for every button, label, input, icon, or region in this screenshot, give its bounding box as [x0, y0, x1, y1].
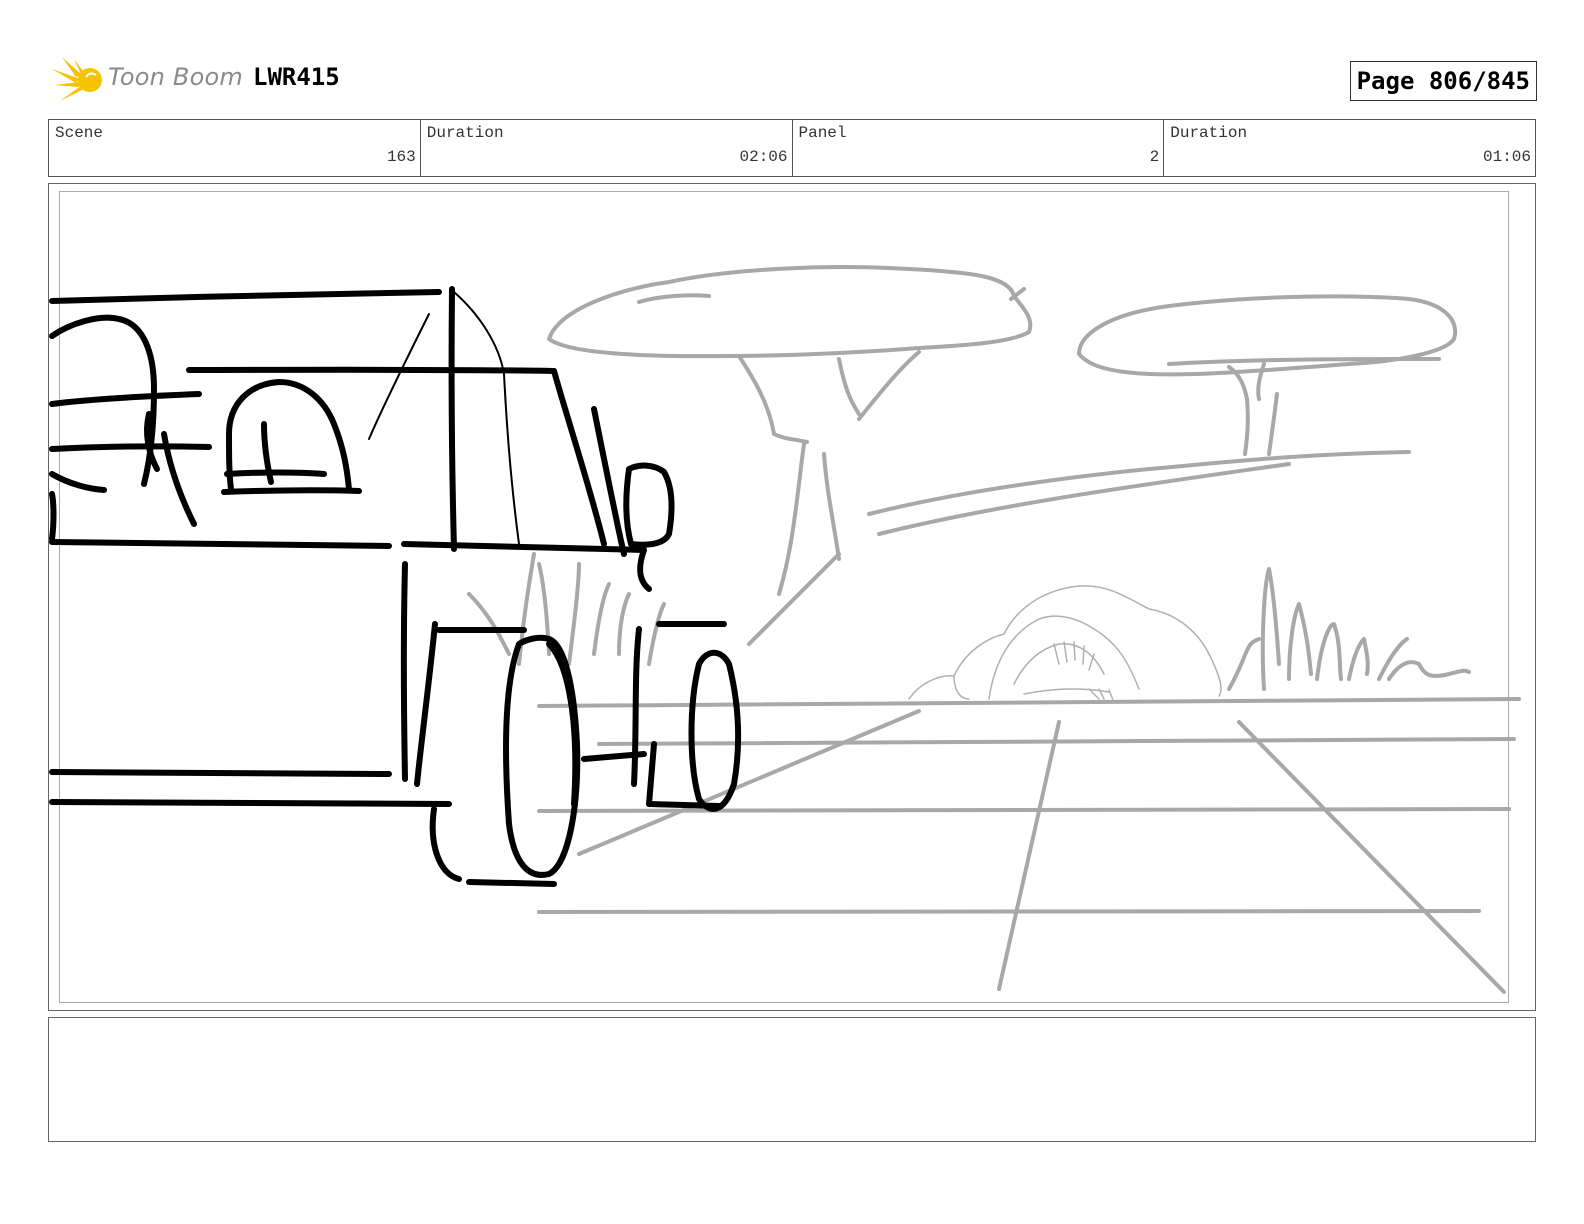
- rock-creature-sketch: [908, 585, 1222, 701]
- scene-duration-value: 02:06: [739, 148, 788, 166]
- panel-cell: Panel 2: [793, 120, 1165, 176]
- background-sketch: [467, 265, 1521, 994]
- scene-value: 163: [386, 148, 416, 166]
- scene-label: Scene: [55, 124, 104, 142]
- logo-text: Toon Boom: [108, 63, 243, 91]
- storyboard-panel: [48, 183, 1536, 1011]
- panel-value: 2: [1149, 148, 1160, 166]
- scene-cell: Scene 163: [49, 120, 421, 176]
- car-fine-lines: [368, 291, 520, 545]
- scene-duration-cell: Duration 02:06: [421, 120, 793, 176]
- project-code: LWR415: [253, 63, 340, 91]
- scene-duration-label: Duration: [426, 124, 504, 142]
- panel-duration-label: Duration: [1170, 124, 1248, 142]
- car-sketch: [49, 286, 742, 887]
- sketch-drawing: [49, 265, 1521, 994]
- toon-boom-logo: Toon Boom: [52, 55, 247, 105]
- panel-notes-box: [48, 1017, 1536, 1142]
- panel-label: Panel: [798, 124, 847, 142]
- page-indicator: Page 806/845: [1349, 61, 1537, 101]
- page-header: Toon Boom LWR415 Page 806/845: [48, 55, 1538, 105]
- scene-info-bar: Scene 163 Duration 02:06 Panel 2 Duratio…: [48, 119, 1536, 177]
- sun-burst-icon: [52, 57, 102, 101]
- panel-duration-cell: Duration 01:06: [1164, 120, 1535, 176]
- panel-duration-value: 01:06: [1482, 148, 1531, 166]
